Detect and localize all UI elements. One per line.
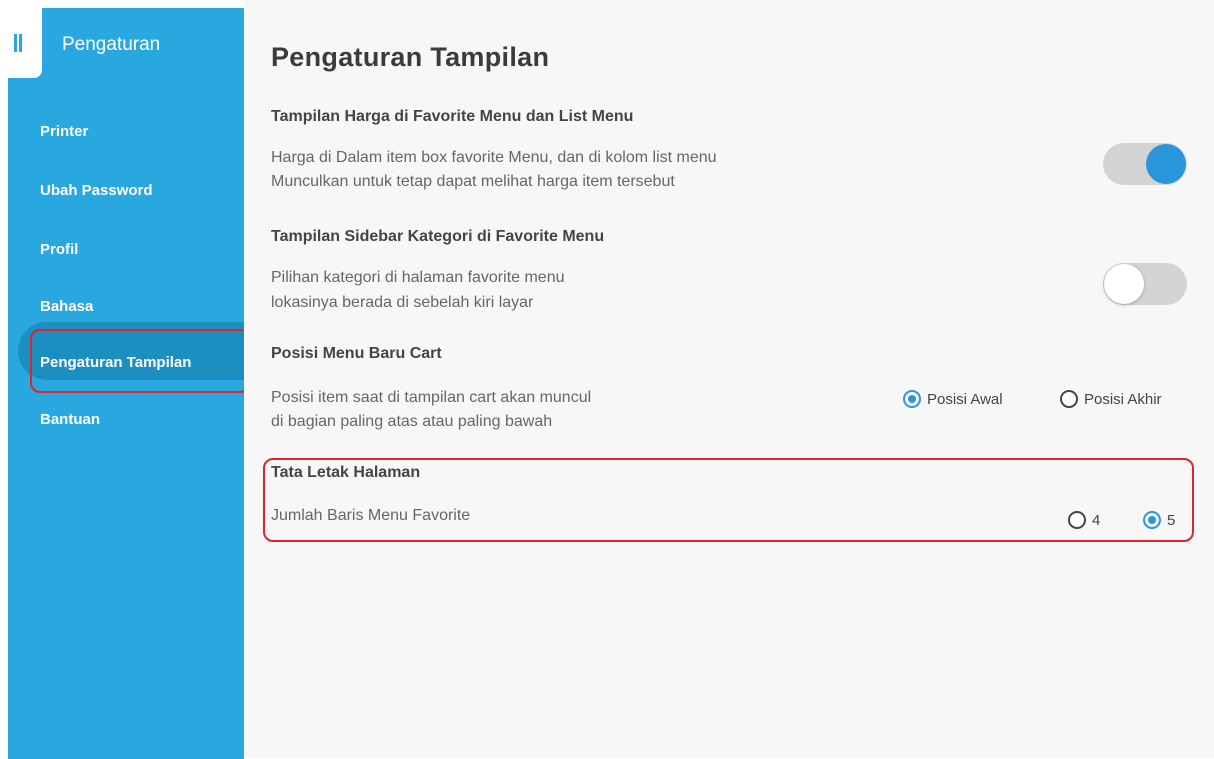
- radio-unchecked-icon: [1060, 390, 1078, 408]
- sidebar-item-bahasa[interactable]: Bahasa: [40, 292, 93, 322]
- page-title: Pengaturan Tampilan: [271, 42, 550, 72]
- section-desc-sidebar-kategori-2: lokasinya berada di sebelah kiri layar: [271, 294, 534, 311]
- radio-label: Posisi Awal: [927, 390, 1003, 408]
- section-desc-harga-2: Munculkan untuk tetap dapat melihat harg…: [271, 173, 675, 190]
- toggle-harga[interactable]: [1103, 143, 1187, 185]
- sidebar-header: Pengaturan: [8, 8, 244, 86]
- toggle-knob: [1146, 144, 1186, 184]
- highlight-box-sidebar: [30, 329, 250, 393]
- radio-posisi-akhir[interactable]: Posisi Akhir: [1060, 390, 1162, 408]
- section-desc-harga-1: Harga di Dalam item box favorite Menu, d…: [271, 149, 717, 166]
- sidebar-item-printer[interactable]: Printer: [40, 117, 88, 147]
- section-title-posisi-menu: Posisi Menu Baru Cart: [271, 345, 442, 362]
- radio-posisi-awal[interactable]: Posisi Awal: [903, 390, 1003, 408]
- sidebar-toggle-button[interactable]: [8, 8, 42, 78]
- section-title-sidebar-kategori: Tampilan Sidebar Kategori di Favorite Me…: [271, 228, 605, 245]
- section-desc-sidebar-kategori-1: Pilihan kategori di halaman favorite men…: [271, 269, 565, 286]
- menu-handle-icon: [14, 34, 22, 52]
- highlight-box-tata-letak: [263, 458, 1194, 542]
- sidebar-item-ubah-password[interactable]: Ubah Password: [40, 176, 153, 206]
- radio-label: Posisi Akhir: [1084, 390, 1162, 408]
- section-desc-posisi-menu-2: di bagian paling atas atau paling bawah: [271, 413, 553, 430]
- section-title-harga: Tampilan Harga di Favorite Menu dan List…: [271, 108, 634, 125]
- section-desc-posisi-menu-1: Posisi item saat di tampilan cart akan m…: [271, 389, 592, 406]
- sidebar-item-bantuan[interactable]: Bantuan: [40, 405, 100, 435]
- sidebar-title: Pengaturan: [62, 34, 161, 55]
- radio-checked-icon: [903, 390, 921, 408]
- toggle-knob: [1104, 264, 1144, 304]
- toggle-sidebar-kategori[interactable]: [1103, 263, 1187, 305]
- sidebar-item-profil[interactable]: Profil: [40, 235, 78, 265]
